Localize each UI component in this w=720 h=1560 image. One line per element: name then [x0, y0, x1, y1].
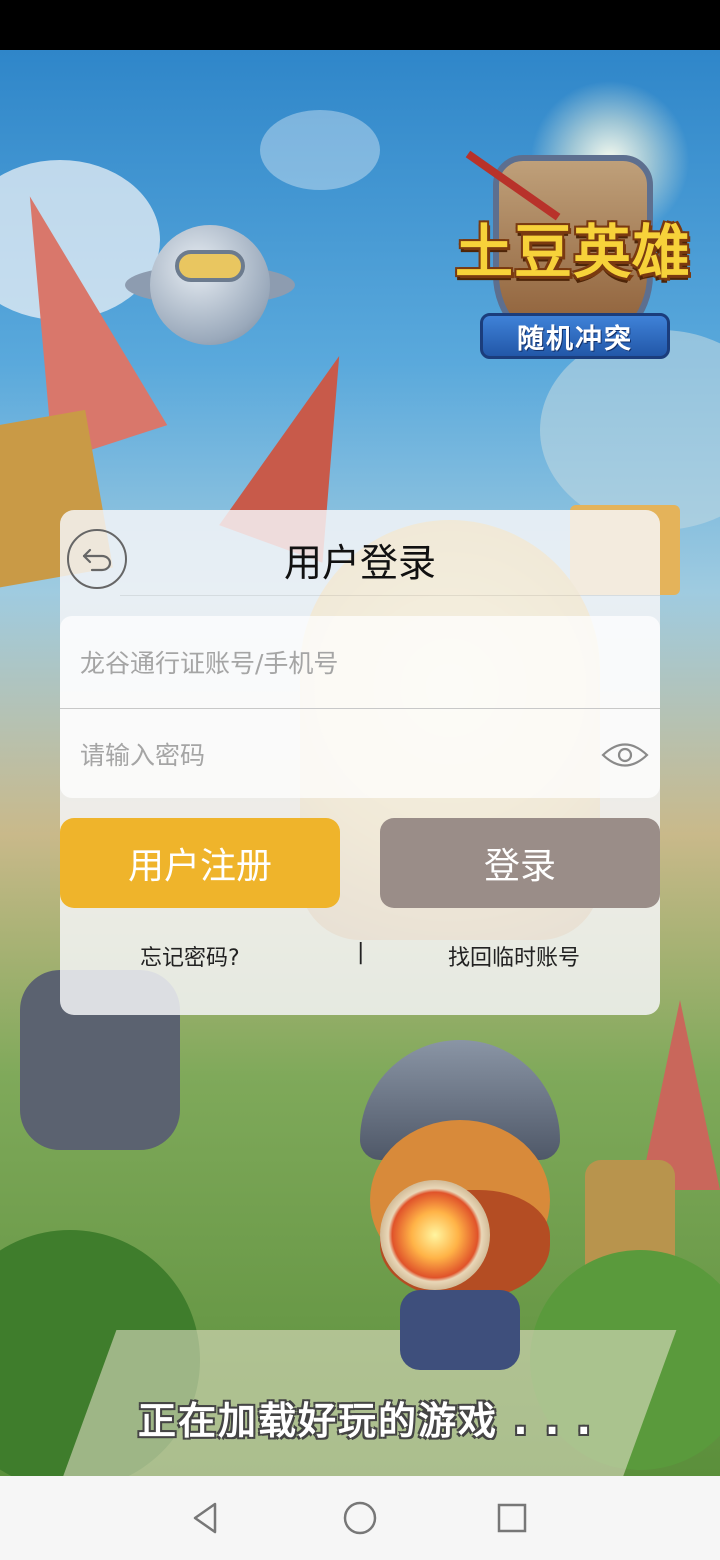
status-bar	[0, 0, 720, 50]
nav-recent-button[interactable]	[494, 1500, 530, 1536]
password-input[interactable]	[80, 710, 600, 800]
password-row	[60, 710, 660, 800]
register-button[interactable]: 用户注册	[60, 818, 340, 908]
triangle-back-icon	[193, 1502, 217, 1534]
airship-character	[125, 205, 295, 345]
link-separator: |	[357, 940, 365, 965]
nav-back-button[interactable]	[188, 1500, 224, 1536]
circle-home-icon	[343, 1501, 377, 1535]
eye-icon	[601, 743, 649, 767]
title-divider	[120, 595, 660, 596]
forgot-password-link[interactable]: 忘记密码?	[140, 940, 240, 972]
game-logo: 土豆英雄 随机冲突	[438, 145, 708, 365]
account-input[interactable]	[80, 618, 600, 708]
system-nav-bar	[0, 1476, 720, 1560]
login-button[interactable]: 登录	[380, 818, 660, 908]
potato-hero-character	[330, 1040, 580, 1370]
logo-subtitle: 随机冲突	[517, 324, 633, 355]
loading-text: 正在加载好玩的游戏 . . .	[138, 1399, 593, 1443]
login-title: 用户登录	[283, 541, 436, 585]
recover-temp-account-link[interactable]: 找回临时账号	[448, 940, 580, 972]
logo-title: 土豆英雄	[454, 218, 691, 286]
credentials-form	[60, 616, 660, 800]
nav-home-button[interactable]	[342, 1500, 378, 1536]
input-divider	[60, 708, 660, 709]
account-row	[60, 618, 660, 708]
square-recent-icon	[497, 1503, 527, 1533]
password-visibility-toggle[interactable]	[600, 732, 650, 778]
cloud	[260, 110, 380, 190]
login-panel: 用户登录 用户注册 登录 忘记密码? | 找回临时账号	[60, 510, 660, 1015]
